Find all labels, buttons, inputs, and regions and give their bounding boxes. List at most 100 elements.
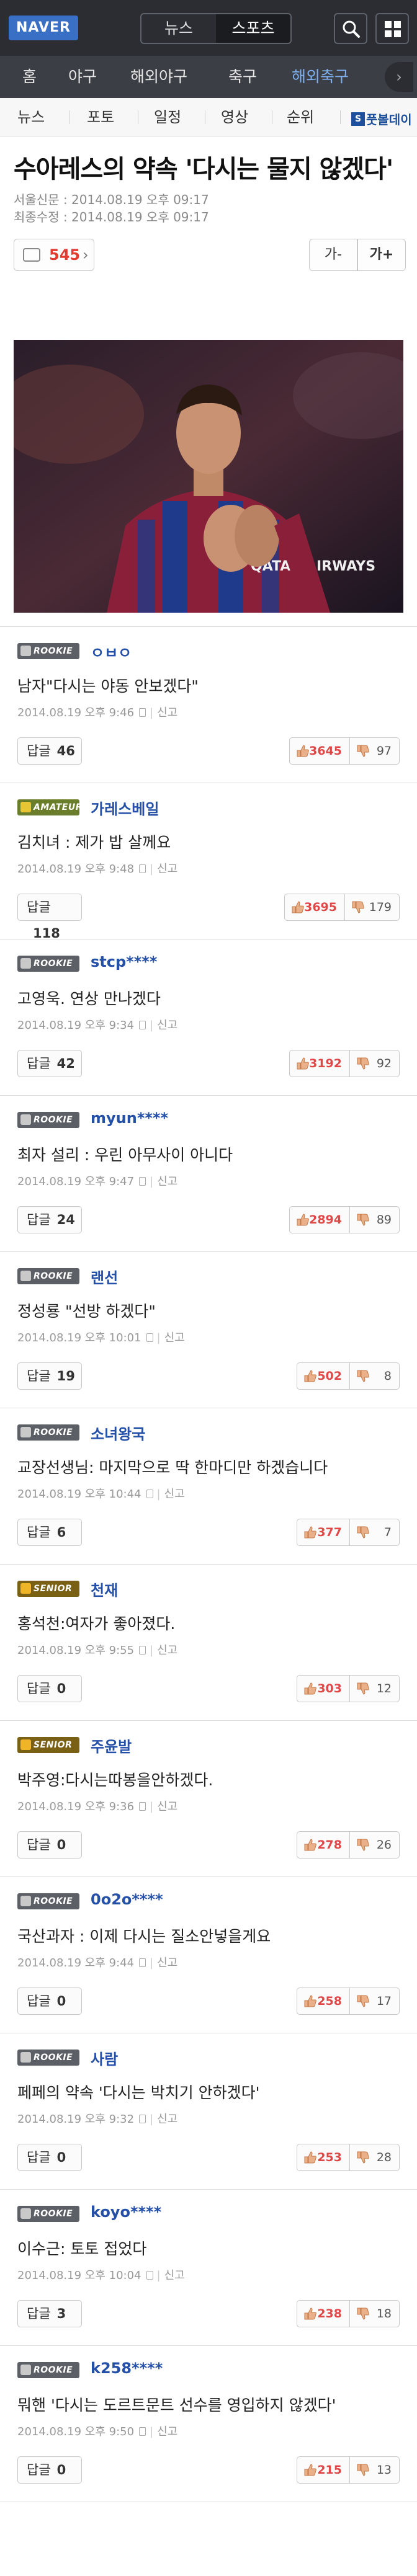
dislike-button[interactable]: 28: [350, 2144, 400, 2171]
like-count: 303: [317, 1682, 342, 1695]
like-button[interactable]: 253: [297, 2144, 350, 2171]
like-button[interactable]: 238: [297, 2300, 350, 2327]
dislike-button[interactable]: 92: [350, 1050, 400, 1077]
report-link[interactable]: 신고: [157, 1175, 177, 1188]
reply-button[interactable]: 답글 19: [17, 1362, 82, 1390]
comment-date: 2014.08.19 오후 9:46: [17, 706, 135, 719]
user-grade-badge: ROOKIE: [17, 1268, 79, 1284]
subnav-photo[interactable]: 포토: [87, 98, 114, 136]
category-football[interactable]: 축구: [228, 56, 257, 98]
subnav-news[interactable]: 뉴스: [17, 98, 45, 136]
report-link[interactable]: 신고: [164, 1331, 185, 1344]
dislike-button[interactable]: 26: [350, 1831, 400, 1859]
like-button[interactable]: 215: [297, 2456, 350, 2484]
reply-button[interactable]: 답글 0: [17, 1675, 82, 1702]
reply-button[interactable]: 답글 0: [17, 2456, 82, 2484]
dislike-count: 28: [376, 2151, 392, 2164]
comment-item: SENIOR 주윤발 박주영:다시는따봉을안하겠다. 2014.08.19 오후 9:…: [0, 1721, 417, 1877]
report-link[interactable]: 신고: [164, 1488, 185, 1501]
mobile-icon: [139, 1958, 146, 1967]
reply-label: 답글: [27, 2306, 51, 2321]
reply-button[interactable]: 답글 46: [17, 737, 82, 765]
comment-author[interactable]: 가레스베일: [91, 797, 159, 819]
reply-button[interactable]: 답글 0: [17, 1988, 82, 2015]
reply-button[interactable]: 답글 24: [17, 1206, 82, 1233]
tab-sports[interactable]: 스포츠: [216, 14, 290, 43]
dislike-button[interactable]: 8: [350, 1362, 400, 1390]
report-link[interactable]: 신고: [157, 1800, 177, 1813]
chevron-right-icon[interactable]: ›: [385, 62, 413, 92]
dislike-button[interactable]: 12: [350, 1675, 400, 1702]
sub-nav: 뉴스 포토 일정 영상 순위 S 풋볼데이: [0, 98, 417, 136]
category-overseas-baseball[interactable]: 해외야구: [130, 56, 187, 98]
comment-author[interactable]: 사람: [91, 2047, 118, 2069]
like-button[interactable]: 258: [297, 1988, 350, 2015]
tab-news[interactable]: 뉴스: [141, 14, 216, 43]
report-link[interactable]: 신고: [157, 2425, 177, 2438]
dislike-button[interactable]: 17: [350, 1988, 400, 2015]
like-button[interactable]: 3695: [284, 894, 345, 921]
like-button[interactable]: 303: [297, 1675, 350, 1702]
comment-author[interactable]: stcp****: [91, 953, 157, 970]
dislike-button[interactable]: 179: [345, 894, 400, 921]
report-link[interactable]: 신고: [157, 1956, 177, 1970]
category-baseball[interactable]: 야구: [68, 56, 97, 98]
dislike-button[interactable]: 7: [350, 1519, 400, 1546]
football-day-logo[interactable]: S 풋볼데이: [351, 110, 412, 127]
subnav-schedule[interactable]: 일정: [154, 98, 181, 136]
category-home[interactable]: 홈: [22, 56, 37, 98]
dislike-button[interactable]: 18: [350, 2300, 400, 2327]
user-grade-badge: SENIOR: [17, 1581, 79, 1597]
comment-meta: 2014.08.19 오후 9:46 | 신고: [17, 704, 177, 720]
comment-date: 2014.08.19 오후 10:04: [17, 2269, 141, 2282]
reply-button[interactable]: 답글 6: [17, 1519, 82, 1546]
like-button[interactable]: 502: [297, 1362, 350, 1390]
comment-count-button[interactable]: 545 ›: [14, 239, 94, 271]
report-link[interactable]: 신고: [157, 863, 177, 876]
subnav-video[interactable]: 영상: [221, 98, 248, 136]
comment-author[interactable]: 0o2o****: [91, 1891, 163, 1908]
comment-text: 이수근: 토토 접었다: [17, 2240, 147, 2258]
naver-logo[interactable]: NAVER: [9, 16, 78, 40]
comment-author[interactable]: 주윤발: [91, 1734, 132, 1756]
comment-text: 남자"다시는 야동 안보겠다": [17, 677, 199, 695]
comment-author[interactable]: myun****: [91, 1109, 168, 1127]
grid-menu-icon[interactable]: [375, 13, 409, 44]
like-button[interactable]: 377: [297, 1519, 350, 1546]
like-button[interactable]: 278: [297, 1831, 350, 1859]
comment-author[interactable]: koyo****: [91, 2203, 161, 2221]
comment-author[interactable]: 소녀왕국: [91, 1422, 145, 1444]
search-icon[interactable]: [334, 13, 367, 44]
reply-button[interactable]: 답글 42: [17, 1050, 82, 1077]
reply-button[interactable]: 답글 3: [17, 2300, 82, 2327]
font-decrease-button[interactable]: 가-: [309, 239, 357, 271]
report-link[interactable]: 신고: [157, 2113, 177, 2126]
like-button[interactable]: 3645: [289, 737, 350, 765]
dislike-count: 179: [369, 900, 392, 914]
comment-author[interactable]: 랜선: [91, 1266, 118, 1287]
dislike-button[interactable]: 89: [350, 1206, 400, 1233]
user-grade-badge: AMATEUR: [17, 799, 83, 815]
font-increase-button[interactable]: 가+: [357, 239, 406, 271]
reply-button[interactable]: 답글 0: [17, 2144, 82, 2171]
reply-button[interactable]: 답글 0: [17, 1831, 82, 1859]
reply-button[interactable]: 답글 118: [17, 894, 82, 941]
like-button[interactable]: 3192: [289, 1050, 350, 1077]
separator: |: [150, 1800, 154, 1813]
report-link[interactable]: 신고: [157, 1644, 177, 1657]
report-link[interactable]: 신고: [157, 1019, 177, 1032]
separator: |: [150, 2113, 154, 2126]
comment-author[interactable]: ㅇㅂㅇ: [91, 641, 132, 662]
subnav-ranking[interactable]: 순위: [287, 98, 314, 136]
separator: |: [150, 1175, 154, 1188]
comment-item: ROOKIE k258**** 뭐핸 '다시는 도르트문트 선수를 영입하지 않겠다…: [0, 2346, 417, 2502]
report-link[interactable]: 신고: [164, 2269, 185, 2282]
dislike-count: 7: [383, 1526, 392, 1539]
like-button[interactable]: 2894: [289, 1206, 350, 1233]
dislike-button[interactable]: 97: [350, 737, 400, 765]
dislike-button[interactable]: 13: [350, 2456, 400, 2484]
report-link[interactable]: 신고: [157, 706, 177, 719]
comment-author[interactable]: k258****: [91, 2360, 163, 2377]
comment-author[interactable]: 천재: [91, 1578, 118, 1600]
category-overseas-football[interactable]: 해외축구: [292, 56, 349, 98]
